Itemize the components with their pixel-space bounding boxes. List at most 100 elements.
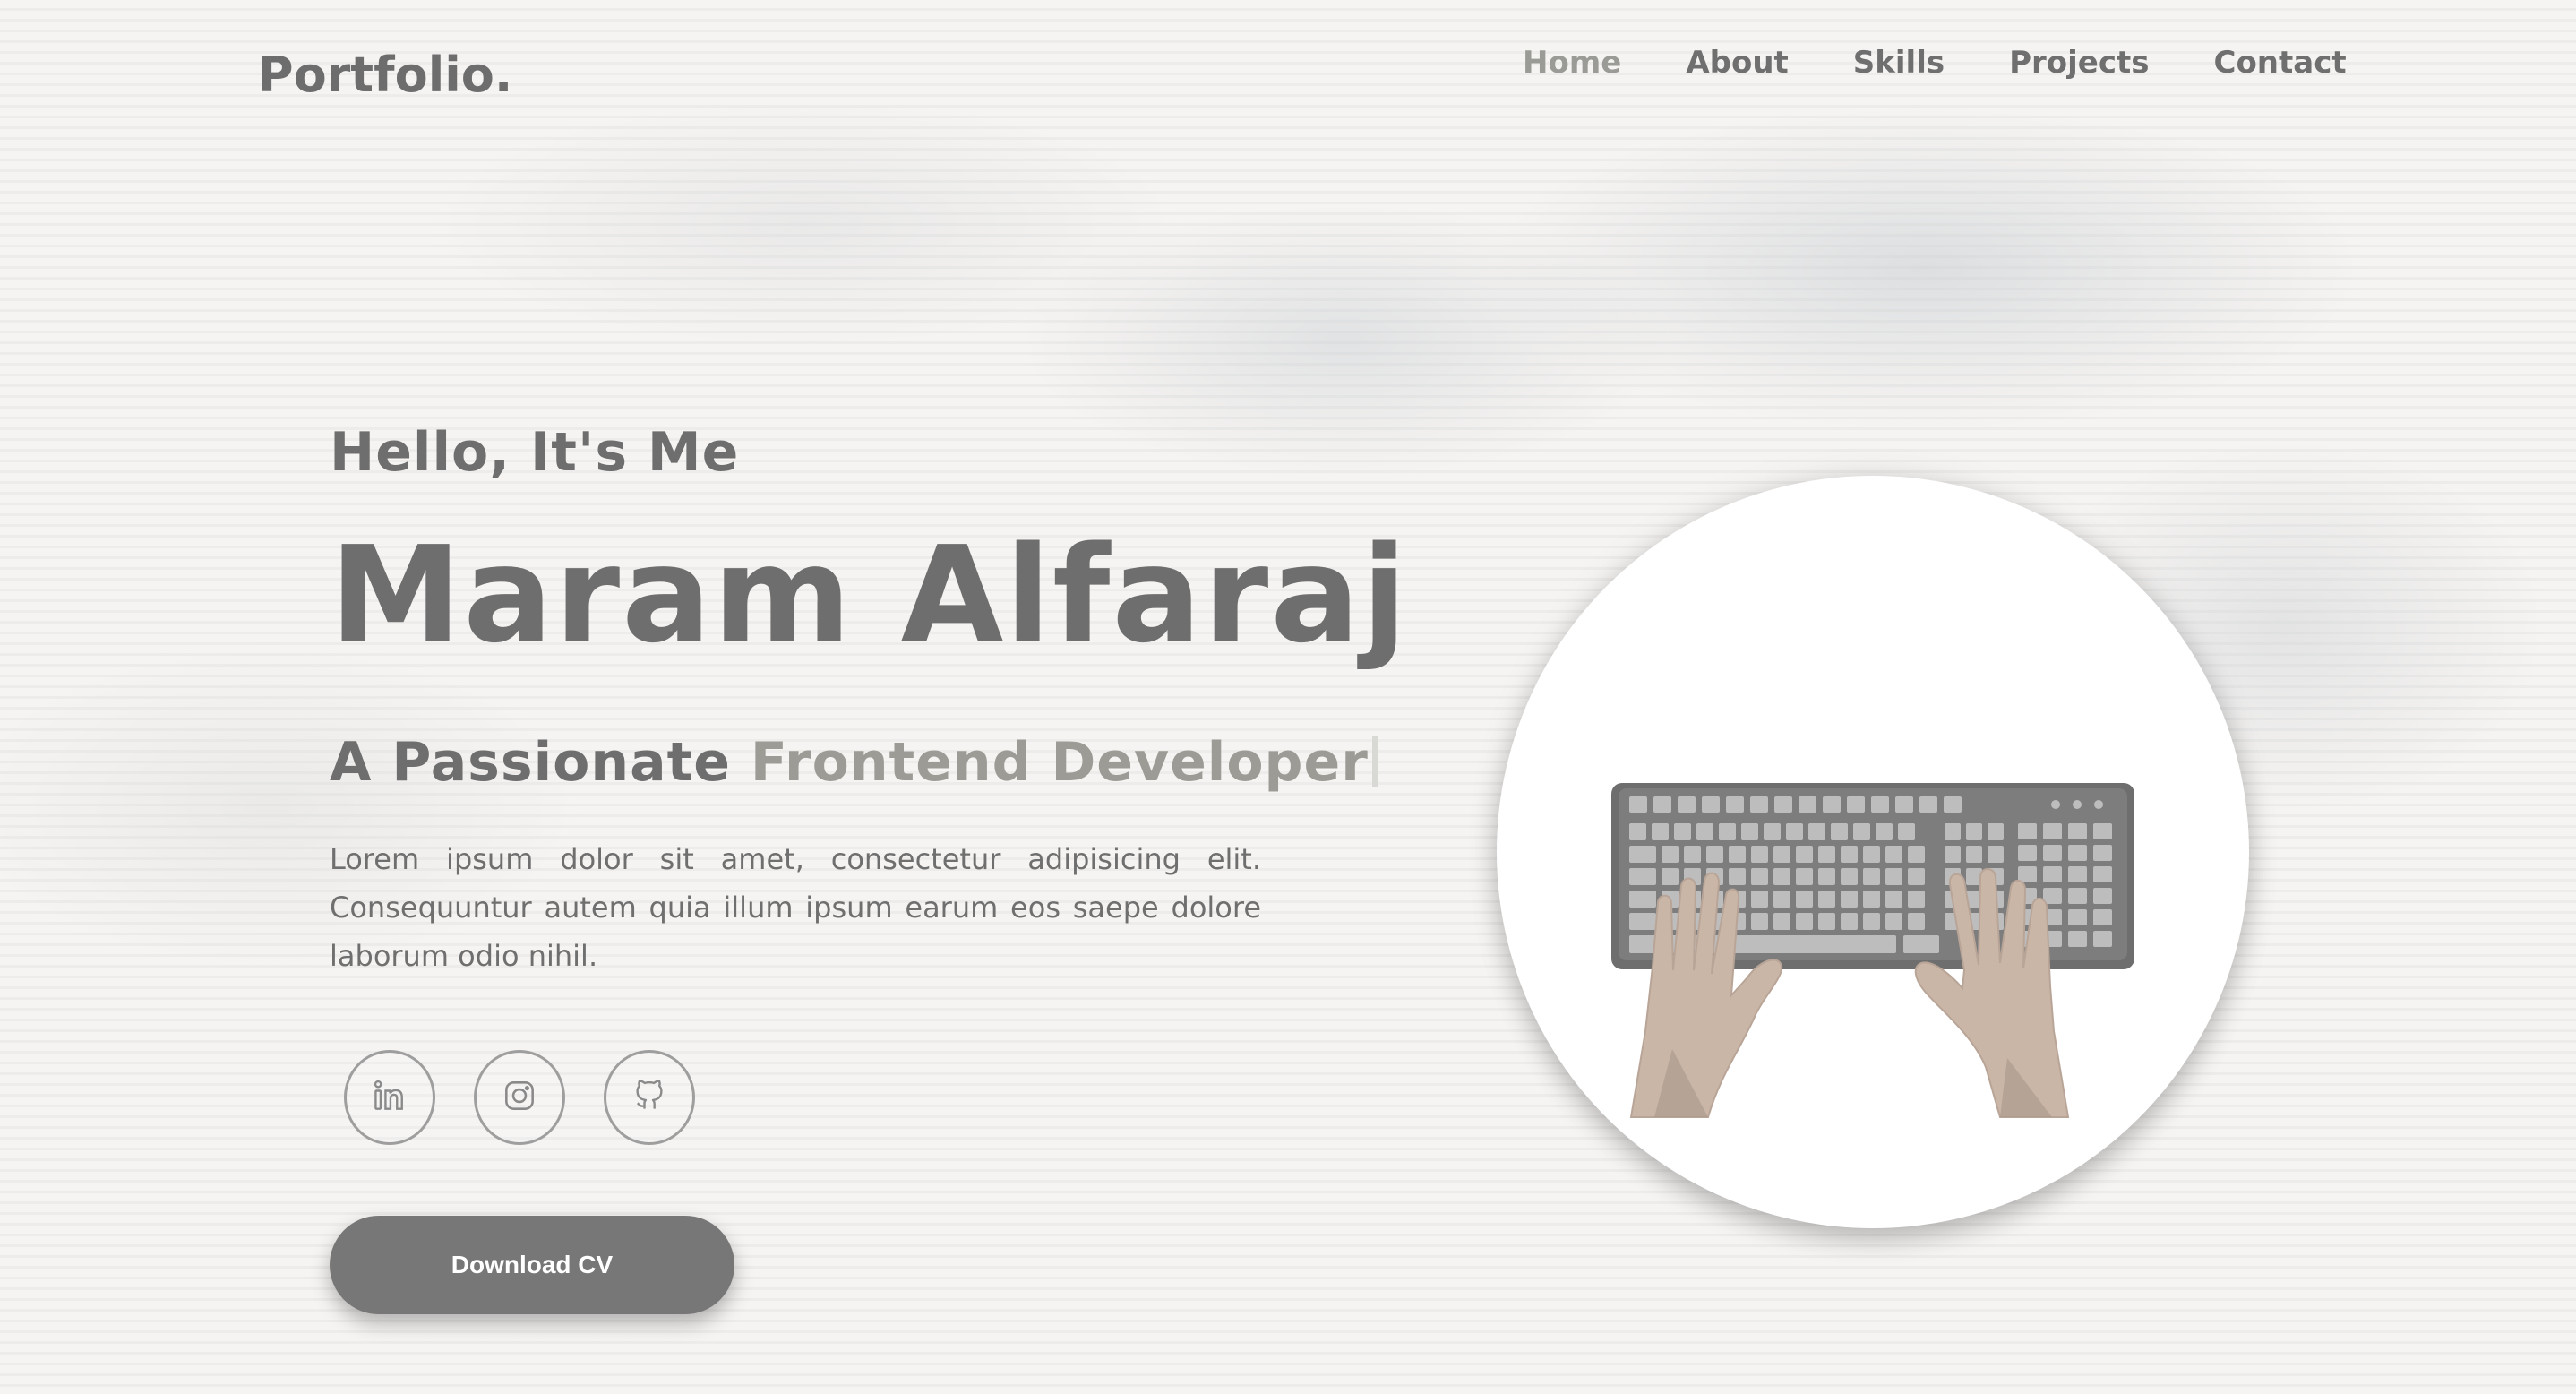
- github-icon: [630, 1076, 669, 1119]
- keyboard-key: [1885, 891, 1902, 908]
- keyboard-key: [1751, 891, 1768, 908]
- keyboard-key: [1903, 935, 1939, 953]
- nav-skills-link[interactable]: Skills: [1853, 45, 1945, 81]
- nav-projects-link[interactable]: Projects: [2009, 45, 2149, 81]
- keyboard-key: [1876, 823, 1893, 840]
- keyboard-key: [1818, 868, 1835, 885]
- keyboard-key: [2043, 866, 2062, 882]
- logo[interactable]: Portfolio.: [258, 47, 512, 103]
- keyboard-key: [1796, 913, 1813, 930]
- keyboard-key: [1774, 796, 1792, 813]
- linkedin-icon: [370, 1076, 409, 1119]
- keyboard-key: [2018, 845, 2037, 861]
- hero-greeting: Hello, It's Me: [330, 421, 740, 484]
- keyboard-key: [1808, 823, 1825, 840]
- keyboard-key: [1908, 891, 1925, 908]
- keyboard-key: [1629, 796, 1647, 813]
- keyboard-key: [1796, 846, 1813, 863]
- keyboard-key: [1847, 796, 1865, 813]
- keyboard-key: [1773, 868, 1790, 885]
- keyboard-key: [1799, 796, 1816, 813]
- tagline-lead: A Passionate: [330, 731, 731, 794]
- keyboard-key: [2093, 866, 2112, 882]
- keyboard-key: [1841, 868, 1858, 885]
- keyboard-key: [2093, 845, 2112, 861]
- keyboard-key: [1841, 913, 1858, 930]
- keyboard-key: [2068, 931, 2087, 947]
- keyboard-key: [2018, 823, 2037, 839]
- keyboard-key: [1653, 796, 1671, 813]
- keyboard-key: [1750, 796, 1768, 813]
- keyboard-key: [1895, 796, 1913, 813]
- keyboard-key: [1908, 846, 1925, 863]
- keyboard-key: [1629, 846, 1656, 863]
- keyboard-key: [1629, 891, 1656, 908]
- keyboard-key: [1751, 846, 1768, 863]
- keyboard-key: [1773, 913, 1790, 930]
- keyboard-key: [1898, 823, 1915, 840]
- keyboard-key: [1629, 823, 1646, 840]
- keyboard-key: [1988, 823, 2004, 840]
- keyboard-key: [1629, 868, 1656, 885]
- keyboard-key: [1696, 823, 1713, 840]
- site-header: Portfolio. Home About Skills Projects Co…: [0, 0, 2576, 152]
- keyboard-key: [2093, 888, 2112, 904]
- keyboard-key: [1684, 846, 1701, 863]
- nav-contact-link[interactable]: Contact: [2214, 45, 2347, 81]
- keyboard-key: [2068, 909, 2087, 925]
- keyboard-key: [2093, 823, 2112, 839]
- keyboard-key: [1796, 868, 1813, 885]
- hero-illustration: [1497, 476, 2249, 1228]
- instagram-icon: [500, 1076, 539, 1119]
- tagline-role: Frontend Developer: [750, 731, 1369, 794]
- keyboard-key: [1786, 823, 1803, 840]
- keyboard-typing-hands-icon: [1611, 783, 2134, 1118]
- keyboard-key: [1706, 846, 1723, 863]
- keyboard-key: [1818, 891, 1835, 908]
- keyboard-key: [1841, 891, 1858, 908]
- keyboard-key: [1773, 891, 1790, 908]
- keyboard-key: [1831, 823, 1848, 840]
- keyboard-key: [1871, 796, 1889, 813]
- main-nav: Home About Skills Projects Contact: [1523, 45, 2347, 81]
- keyboard-key: [1729, 868, 1746, 885]
- keyboard-key: [1945, 823, 1961, 840]
- keyboard-key: [1726, 796, 1744, 813]
- keyboard-key: [1751, 868, 1768, 885]
- keyboard-key: [1966, 823, 1982, 840]
- keyboard-key: [1885, 846, 1902, 863]
- nav-about-link[interactable]: About: [1686, 45, 1788, 81]
- keyboard-key: [1853, 823, 1870, 840]
- keyboard-key: [1719, 823, 1736, 840]
- keyboard-key: [1678, 796, 1696, 813]
- keyboard-key: [1629, 913, 1656, 930]
- keyboard-key: [1841, 846, 1858, 863]
- keyboard-key: [1662, 868, 1679, 885]
- keyboard-key: [1818, 846, 1835, 863]
- keyboard-key: [1751, 913, 1768, 930]
- keyboard-key: [1885, 913, 1902, 930]
- social-links: [344, 1050, 734, 1145]
- keyboard-indicator-light: [2094, 800, 2103, 809]
- hero-name: Maram Alfaraj: [330, 518, 1409, 672]
- keyboard-key: [1773, 846, 1790, 863]
- keyboard-key: [1729, 846, 1746, 863]
- keyboard-key: [2068, 866, 2087, 882]
- instagram-button[interactable]: [474, 1050, 565, 1145]
- keyboard-key: [1885, 868, 1902, 885]
- nav-home-link[interactable]: Home: [1523, 45, 1621, 81]
- keyboard-key: [1741, 823, 1758, 840]
- keyboard-key: [2093, 931, 2112, 947]
- github-button[interactable]: [604, 1050, 695, 1145]
- download-cv-button[interactable]: Download CV: [330, 1216, 734, 1314]
- keyboard-key: [1796, 891, 1813, 908]
- linkedin-button[interactable]: [344, 1050, 435, 1145]
- keyboard-key: [1908, 868, 1925, 885]
- typing-cursor: [1371, 736, 1378, 787]
- keyboard-key: [1863, 913, 1880, 930]
- keyboard-key: [1863, 868, 1880, 885]
- keyboard-key: [2043, 845, 2062, 861]
- keyboard-key: [2068, 845, 2087, 861]
- hero-section: Hello, It's Me Maram Alfaraj A Passionat…: [330, 421, 1409, 980]
- keyboard-key: [2068, 888, 2087, 904]
